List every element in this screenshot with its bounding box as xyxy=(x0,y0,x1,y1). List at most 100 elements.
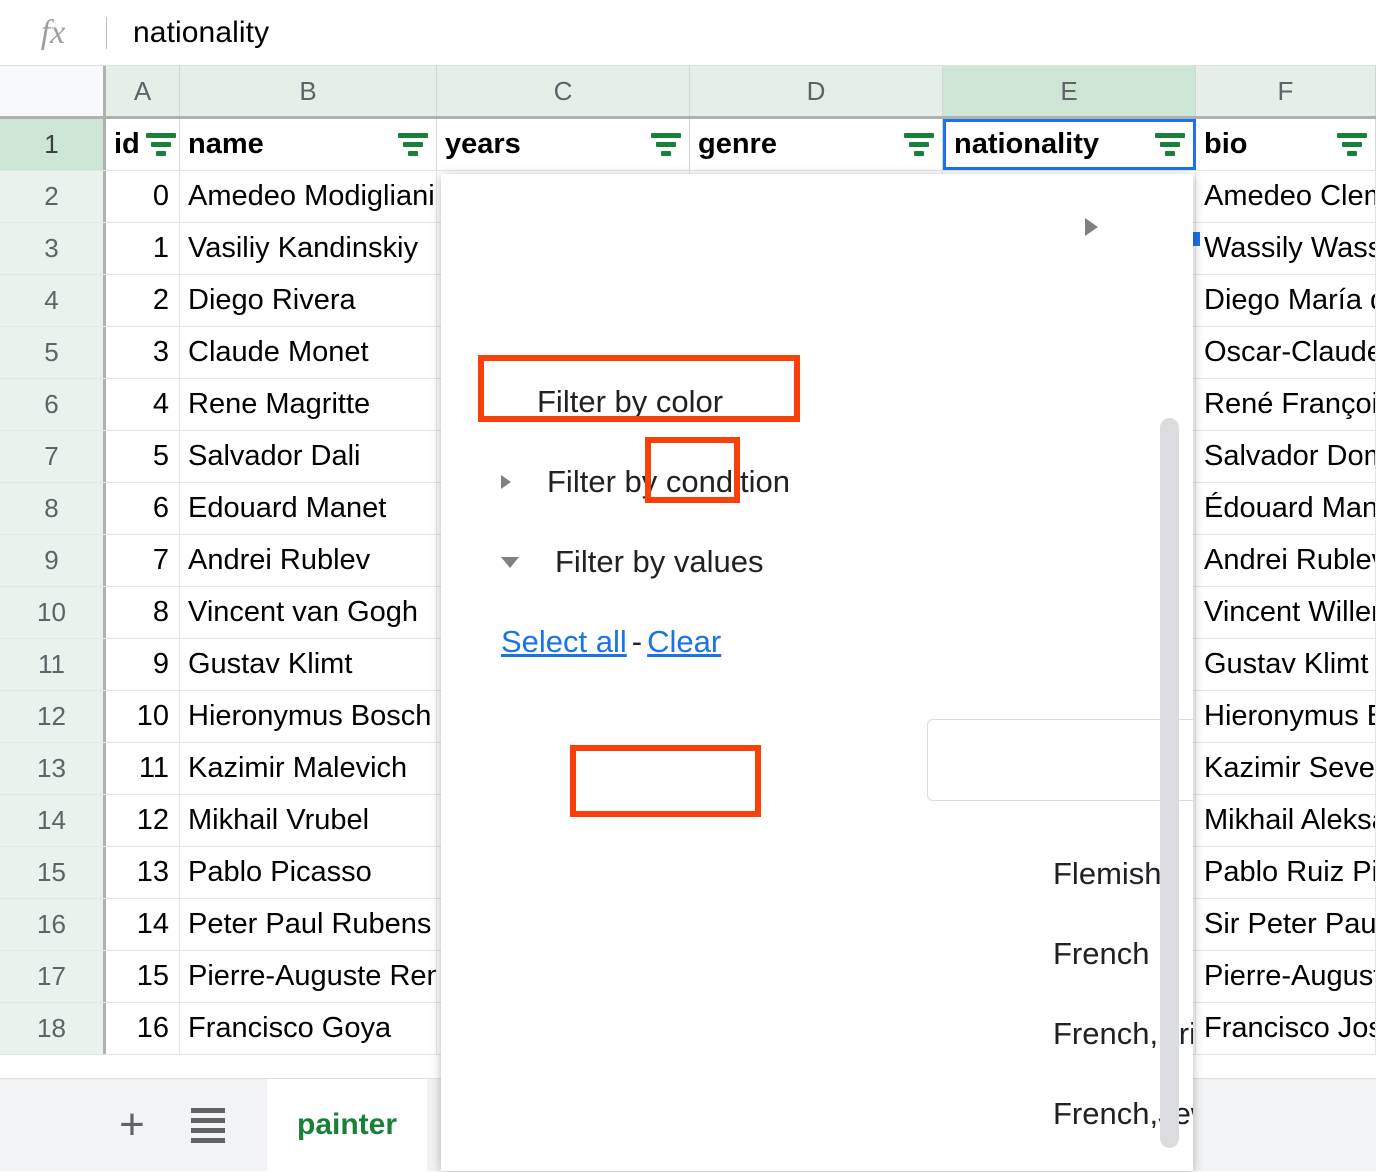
cell-a12[interactable]: 10 xyxy=(106,691,180,742)
row-header-15[interactable]: 15 xyxy=(0,847,106,898)
cell-f3[interactable]: Wassily Wassilyevich Kandinsky xyxy=(1196,223,1376,274)
cell-a4[interactable]: 2 xyxy=(106,275,180,326)
cell-f9[interactable]: Andrei Rublev xyxy=(1196,535,1376,586)
row-header-16[interactable]: 16 xyxy=(0,899,106,950)
cell-a7[interactable]: 5 xyxy=(106,431,180,482)
cell-f4[interactable]: Diego María de la Concepción xyxy=(1196,275,1376,326)
cell-b17[interactable]: Pierre-Auguste Renoir xyxy=(180,951,437,1002)
filter-values-list[interactable]: Flemish French French,BritishFrench,Jewish… xyxy=(927,834,1193,1159)
column-header-a[interactable]: A xyxy=(106,66,180,116)
cell-a8[interactable]: 6 xyxy=(106,483,180,534)
menu-filter-by-color[interactable]: Filter by color xyxy=(501,379,1121,425)
cell-b2[interactable]: Amedeo Modigliani xyxy=(180,171,437,222)
select-all-corner[interactable] xyxy=(0,66,106,116)
header-cell-d[interactable]: genre xyxy=(690,119,943,170)
cell-f13[interactable]: Kazimir Severinovich Malevich xyxy=(1196,743,1376,794)
cell-f15[interactable]: Pablo Ruiz Picasso xyxy=(1196,847,1376,898)
cell-f6[interactable]: René François Ghislain Magritte xyxy=(1196,379,1376,430)
cell-b4[interactable]: Diego Rivera xyxy=(180,275,437,326)
row-header-9[interactable]: 9 xyxy=(0,535,106,586)
cell-f12[interactable]: Hieronymus Bosch xyxy=(1196,691,1376,742)
row-header-11[interactable]: 11 xyxy=(0,639,106,690)
cell-b9[interactable]: Andrei Rublev xyxy=(180,535,437,586)
add-sheet-button[interactable]: + xyxy=(106,1099,158,1151)
row-header-4[interactable]: 4 xyxy=(0,275,106,326)
cell-f5[interactable]: Oscar-Claude Monet xyxy=(1196,327,1376,378)
cell-f17[interactable]: Pierre-Auguste Renoir xyxy=(1196,951,1376,1002)
column-header-c[interactable]: C xyxy=(437,66,690,116)
filter-icon-c[interactable] xyxy=(651,133,681,156)
cell-a16[interactable]: 14 xyxy=(106,899,180,950)
cell-b12[interactable]: Hieronymus Bosch xyxy=(180,691,437,742)
cell-f10[interactable]: Vincent Willem van Gogh xyxy=(1196,587,1376,638)
all-sheets-icon[interactable] xyxy=(182,1099,234,1151)
row-header-17[interactable]: 17 xyxy=(0,951,106,1002)
cell-a14[interactable]: 12 xyxy=(106,795,180,846)
dialog-scrollbar-thumb[interactable] xyxy=(1160,418,1179,1148)
header-cell-f[interactable]: bio xyxy=(1196,119,1376,170)
filter-value-item[interactable]: French,Jewish,Belarusian xyxy=(927,1074,1193,1154)
row-header-18[interactable]: 18 xyxy=(0,1003,106,1054)
row-header-7[interactable]: 7 xyxy=(0,431,106,482)
cell-a6[interactable]: 4 xyxy=(106,379,180,430)
header-cell-e[interactable]: nationality xyxy=(943,119,1196,170)
column-header-d[interactable]: D xyxy=(690,66,943,116)
column-header-e[interactable]: E xyxy=(943,66,1196,116)
row-header-10[interactable]: 10 xyxy=(0,587,106,638)
cell-b10[interactable]: Vincent van Gogh xyxy=(180,587,437,638)
row-header-14[interactable]: 14 xyxy=(0,795,106,846)
cell-a9[interactable]: 7 xyxy=(106,535,180,586)
cell-a10[interactable]: 8 xyxy=(106,587,180,638)
menu-filter-by-values[interactable]: Filter by values xyxy=(501,539,1121,585)
filter-icon-b[interactable] xyxy=(398,133,428,156)
cell-f2[interactable]: Amedeo Clemente Modigliani xyxy=(1196,171,1376,222)
cell-a13[interactable]: 11 xyxy=(106,743,180,794)
row-header-6[interactable]: 6 xyxy=(0,379,106,430)
cell-b11[interactable]: Gustav Klimt xyxy=(180,639,437,690)
cell-b6[interactable]: Rene Magritte xyxy=(180,379,437,430)
row-header-5[interactable]: 5 xyxy=(0,327,106,378)
filter-icon-d[interactable] xyxy=(904,133,934,156)
cell-a17[interactable]: 15 xyxy=(106,951,180,1002)
cell-f14[interactable]: Mikhail Aleksandrovich Vrubel xyxy=(1196,795,1376,846)
menu-filter-by-condition[interactable]: Filter by condition xyxy=(501,459,1121,505)
header-cell-b[interactable]: name xyxy=(180,119,437,170)
row-header-3[interactable]: 3 xyxy=(0,223,106,274)
column-header-f[interactable]: F xyxy=(1196,66,1376,116)
cell-a5[interactable]: 3 xyxy=(106,327,180,378)
row-header-1[interactable]: 1 xyxy=(0,119,106,170)
filter-value-item[interactable]: Flemish xyxy=(927,834,1193,914)
column-header-b[interactable]: B xyxy=(180,66,437,116)
cell-a3[interactable]: 1 xyxy=(106,223,180,274)
cell-f11[interactable]: Gustav Klimt xyxy=(1196,639,1376,690)
cell-b18[interactable]: Francisco Goya xyxy=(180,1003,437,1054)
cell-f16[interactable]: Sir Peter Paul Rubens xyxy=(1196,899,1376,950)
cell-f7[interactable]: Salvador Domingo Felipe Jacinto xyxy=(1196,431,1376,482)
header-cell-c[interactable]: years xyxy=(437,119,690,170)
cell-b14[interactable]: Mikhail Vrubel xyxy=(180,795,437,846)
cell-b13[interactable]: Kazimir Malevich xyxy=(180,743,437,794)
cell-b7[interactable]: Salvador Dali xyxy=(180,431,437,482)
filter-icon-a[interactable] xyxy=(145,133,176,156)
cell-f18[interactable]: Francisco José de Goya xyxy=(1196,1003,1376,1054)
cell-a15[interactable]: 13 xyxy=(106,847,180,898)
cell-b3[interactable]: Vasiliy Kandinskiy xyxy=(180,223,437,274)
header-cell-a[interactable]: id xyxy=(106,119,180,170)
cell-b8[interactable]: Edouard Manet xyxy=(180,483,437,534)
value-search-box[interactable] xyxy=(927,719,1193,801)
sheet-tab-painter[interactable]: painter xyxy=(267,1078,428,1172)
cell-a2[interactable]: 0 xyxy=(106,171,180,222)
cell-b16[interactable]: Peter Paul Rubens xyxy=(180,899,437,950)
filter-icon-e[interactable] xyxy=(1155,133,1185,156)
cell-f8[interactable]: Édouard Manet xyxy=(1196,483,1376,534)
cell-a11[interactable]: 9 xyxy=(106,639,180,690)
filter-value-item[interactable]: French,British xyxy=(927,994,1193,1074)
filter-value-item[interactable]: French xyxy=(927,914,1193,994)
row-header-12[interactable]: 12 xyxy=(0,691,106,742)
formula-input[interactable]: nationality xyxy=(107,16,1376,50)
row-header-2[interactable]: 2 xyxy=(0,171,106,222)
row-header-8[interactable]: 8 xyxy=(0,483,106,534)
select-all-link[interactable]: Select all xyxy=(501,624,627,660)
clear-link[interactable]: Clear xyxy=(647,624,721,660)
cell-a18[interactable]: 16 xyxy=(106,1003,180,1054)
